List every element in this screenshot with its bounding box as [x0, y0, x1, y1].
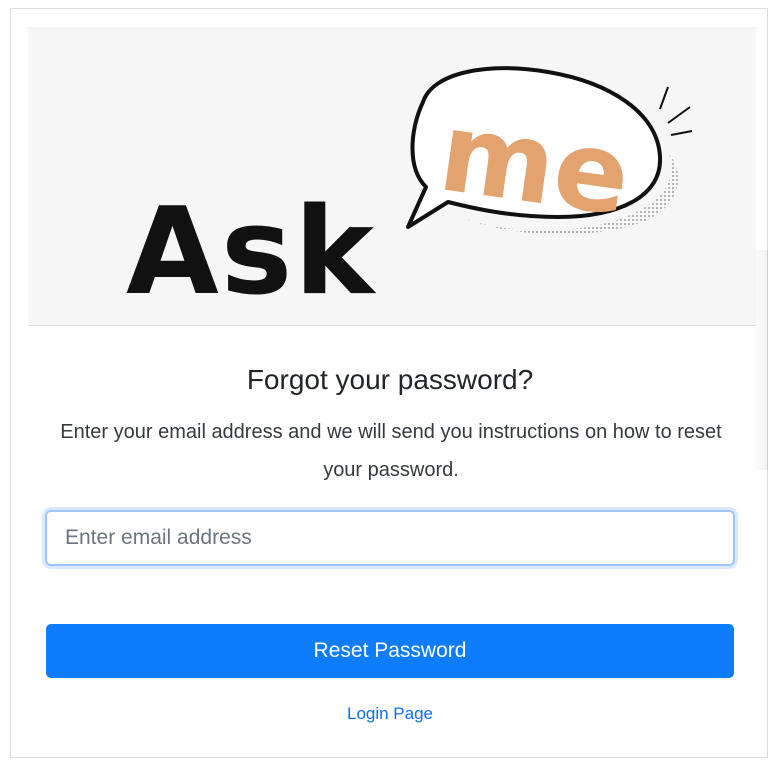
instructions-text: Enter your email address and we will sen…	[60, 421, 722, 481]
reset-password-button[interactable]: Reset Password	[46, 624, 734, 678]
forgot-password-card: me Ask Forgot your password? Enter your …	[10, 8, 768, 758]
logo-banner: me Ask	[28, 27, 756, 326]
page-title: Forgot your password?	[246, 364, 534, 395]
logo-ask-text: Ask	[126, 183, 377, 322]
askme-logo: me Ask	[126, 66, 693, 322]
email-input[interactable]	[45, 510, 735, 566]
login-page-link[interactable]: Login Page	[11, 704, 768, 724]
logo-me-text: me	[432, 87, 637, 240]
